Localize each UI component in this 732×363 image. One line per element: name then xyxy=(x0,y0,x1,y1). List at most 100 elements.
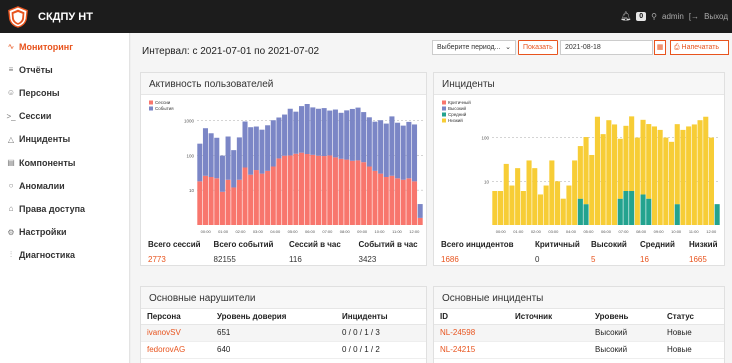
period-select[interactable]: Выберите период... ⌄ xyxy=(432,40,516,55)
y-tick-label: 100 xyxy=(481,136,489,141)
print-button[interactable]: ⎙ Напечатать xyxy=(670,40,729,55)
bar xyxy=(344,110,350,160)
interval-label: Интервал: с 2021-07-01 по 2021-07-02 xyxy=(142,46,320,57)
table-cell: 651 xyxy=(211,324,336,342)
sidebar-item-sessions[interactable]: >_ Сессии xyxy=(0,105,129,128)
stat-value-link[interactable]: 5 xyxy=(584,255,633,264)
sidebar-item-access[interactable]: ⌂ Права доступа xyxy=(0,197,129,220)
bar xyxy=(231,150,237,188)
table-cell: Высокий xyxy=(589,324,661,342)
bar xyxy=(327,110,333,156)
bar xyxy=(299,152,305,225)
bar xyxy=(663,137,669,225)
bar xyxy=(321,156,327,225)
sidebar-item-components[interactable]: ▤ Компоненты xyxy=(0,151,129,174)
bar xyxy=(372,121,378,171)
stat-value-link[interactable]: 1665 xyxy=(682,255,724,264)
bar xyxy=(406,121,412,179)
legend-swatch xyxy=(442,106,446,111)
bar xyxy=(225,179,231,225)
person-link[interactable]: ivanovSV xyxy=(141,324,211,342)
table-cell: Высокий xyxy=(589,341,661,359)
bar xyxy=(577,146,583,199)
bar xyxy=(378,120,384,174)
x-tick-label: 03:00 xyxy=(548,229,559,234)
bar xyxy=(703,116,709,225)
table-header-row: Персона Уровень доверия Инциденты xyxy=(141,309,426,325)
incident-link[interactable]: NL-24598 xyxy=(434,324,509,342)
x-tick-label: 05:00 xyxy=(583,229,594,234)
server-icon: ▤ xyxy=(7,158,15,168)
bell-icon[interactable]: 🔔︎ xyxy=(620,11,631,22)
bar xyxy=(259,173,265,225)
sidebar-item-label: Персоны xyxy=(19,87,60,98)
bar xyxy=(366,117,372,167)
bar xyxy=(412,124,418,182)
bar xyxy=(697,120,703,225)
legend-label: Низкий xyxy=(448,117,463,123)
stat-value-link[interactable]: 2773 xyxy=(141,255,207,264)
x-tick-label: 12:00 xyxy=(706,229,717,234)
table-cell: 640 xyxy=(211,341,336,359)
sidebar-item-label: Компоненты xyxy=(19,157,76,168)
sidebar-item-label: Аномалии xyxy=(19,180,65,191)
bar xyxy=(714,204,720,225)
x-tick-label: 08:00 xyxy=(340,229,351,234)
bar xyxy=(389,116,395,176)
bar xyxy=(549,160,555,225)
x-tick-label: 11:00 xyxy=(689,229,699,234)
sidebar-item-label: Сессии xyxy=(19,111,52,122)
bar xyxy=(708,137,714,225)
stat-value-link[interactable]: 1686 xyxy=(434,255,528,264)
table-header-row: ID Источник Уровень Статус xyxy=(434,309,724,325)
x-tick-label: 00:00 xyxy=(201,229,212,234)
sidebar-item-incidents[interactable]: △ Инциденты xyxy=(0,128,129,151)
bar xyxy=(321,108,327,157)
bar xyxy=(520,190,526,225)
sidebar-item-anomalies[interactable]: ○ Аномалии xyxy=(0,174,129,197)
stat-value-link[interactable]: 16 xyxy=(633,255,682,264)
bar xyxy=(589,154,595,225)
sidebar-item-diagnostics[interactable]: ⫶ Диагностика xyxy=(0,244,129,267)
logout-link[interactable]: Выход xyxy=(704,12,728,21)
bar xyxy=(383,176,389,225)
violators-card: Основные нарушители Персона Уровень дове… xyxy=(140,286,427,363)
x-tick-label: 05:00 xyxy=(288,229,299,234)
main-incidents-card-title: Основные инциденты xyxy=(434,287,724,309)
user-name[interactable]: admin xyxy=(662,12,684,21)
sidebar-item-label: Настройки xyxy=(19,227,67,238)
bar xyxy=(338,158,344,225)
calendar-icon[interactable]: ▦ xyxy=(654,40,666,55)
stat-value: 3423 xyxy=(358,255,377,264)
bar xyxy=(417,204,423,218)
bar xyxy=(378,173,384,225)
bar xyxy=(395,178,401,225)
sidebar-item-persons[interactable]: ☺ Персоны xyxy=(0,81,129,104)
main-incidents-table: ID Источник Уровень Статус NL-24598 Высо… xyxy=(434,309,724,359)
legend-label: Сессии xyxy=(155,100,171,105)
legend-swatch xyxy=(442,100,446,105)
bar xyxy=(219,155,225,192)
date-input[interactable]: 2021-08-18 xyxy=(560,40,653,55)
table-cell: 0 / 0 / 1 / 2 xyxy=(336,341,426,359)
table-cell xyxy=(509,324,589,342)
bar xyxy=(669,141,675,225)
bar xyxy=(282,114,288,156)
sidebar-item-monitoring[interactable]: ∿ Мониторинг xyxy=(0,35,129,58)
bar xyxy=(355,107,361,161)
x-tick-label: 12:00 xyxy=(409,229,420,234)
bar xyxy=(686,126,692,225)
bar xyxy=(657,129,663,225)
chart-icon: ⫶ xyxy=(10,250,12,260)
person-link[interactable]: fedorovAG xyxy=(141,341,211,359)
show-button[interactable]: Показать xyxy=(518,40,558,55)
table-cell: Новые xyxy=(661,341,724,359)
x-tick-label: 03:00 xyxy=(253,229,264,234)
sidebar-item-reports[interactable]: ≡ Отчёты xyxy=(0,58,129,81)
incidents-stats-header: Всего инцидентов Критичный Высокий Средн… xyxy=(434,237,724,252)
bar xyxy=(248,127,254,175)
bar xyxy=(270,166,276,225)
incident-link[interactable]: NL-24215 xyxy=(434,341,509,359)
sidebar-item-settings[interactable]: ⚙ Настройки xyxy=(0,221,129,244)
bar xyxy=(566,185,572,225)
